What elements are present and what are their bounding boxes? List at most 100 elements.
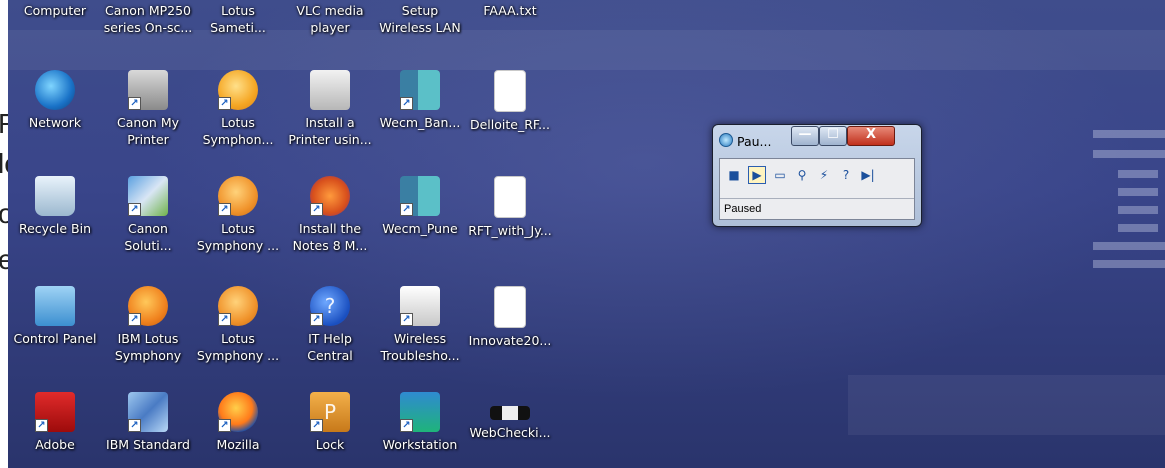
desktop-icon[interactable]: ↗ Adobe	[8, 392, 102, 468]
lotus-spreadsheet-icon: ↗	[218, 286, 258, 326]
wireless-icon: ↗	[400, 286, 440, 326]
canon-solution-icon: ↗	[128, 176, 168, 216]
shortcut-arrow-icon: ↗	[310, 313, 323, 326]
window-title-text: Pau...	[737, 134, 772, 149]
stop-icon[interactable]: ■	[726, 167, 742, 183]
step-icon[interactable]: ▶|	[860, 167, 876, 183]
icon-label: Network	[28, 115, 82, 130]
paused-window[interactable]: Pau... — ☐ X ■ ▶ ▭ ⚲ ⚡? ▶| Paused	[712, 124, 922, 227]
shortcut-arrow-icon: ↗	[400, 203, 413, 216]
icon-label: FAAA.txt	[483, 3, 537, 18]
icon-label: RFT_with_Jy...	[468, 223, 552, 238]
shortcut-arrow-icon: ↗	[218, 419, 231, 432]
find-icon[interactable]: ⚲	[794, 167, 810, 183]
shortcut-arrow-icon: ↗	[128, 313, 141, 326]
desktop-icon-partial[interactable]: FAAA.txt	[463, 0, 557, 40]
icon-label: Wecm_Ban...	[379, 115, 461, 130]
desktop-icon[interactable]: ↗ IBM Standard	[101, 392, 195, 468]
desktop-icon[interactable]: ↗ Wecm_Pune	[373, 176, 467, 272]
icon-label: Adobe	[35, 437, 75, 452]
shortcut-arrow-icon: ↗	[310, 419, 323, 432]
lotus-symphony-icon: ↗	[218, 70, 258, 110]
icon-label: Wireless Troublesho...	[380, 331, 460, 363]
icon-label: IBM Standard	[106, 437, 190, 452]
desktop-icon[interactable]: ↗ Workstation	[373, 392, 467, 468]
webcheck-icon	[490, 406, 530, 420]
desktop-icon[interactable]: ↗ Lotus Symphony ...	[191, 176, 285, 272]
desktop-icon-partial[interactable]: Setup Wireless LAN	[373, 0, 467, 40]
status-bar: Paused	[720, 198, 914, 218]
icon-label: Lotus Symphony ...	[196, 331, 280, 363]
desktop-icon[interactable]: Innovate20...	[463, 286, 557, 382]
file-icon	[494, 176, 526, 218]
window-title: Pau...	[719, 133, 771, 149]
shortcut-arrow-icon: ↗	[218, 203, 231, 216]
icon-label: WebChecki...	[469, 425, 551, 440]
desktop-icon[interactable]: ↗ Lotus Symphony ...	[191, 286, 285, 382]
desktop-icon[interactable]: Control Panel	[8, 286, 102, 382]
icon-label: Lotus Symphon...	[202, 115, 274, 147]
wallpaper-ibm-stripe	[1118, 224, 1158, 232]
desktop-icon[interactable]: ↗ Wecm_Ban...	[373, 70, 467, 166]
desktop-icon-partial[interactable]: Lotus Sameti...	[191, 0, 285, 40]
icon-label: Install a Printer usin...	[288, 115, 372, 147]
shortcut-arrow-icon: ↗	[128, 203, 141, 216]
icon-label: Mozilla	[216, 437, 260, 452]
icon-label: Lotus Sameti...	[210, 3, 266, 35]
ibm-standard-icon: ↗	[128, 392, 168, 432]
desktop-icon[interactable]: P ↗ Lock	[283, 392, 377, 468]
screen-icon[interactable]: ▭	[772, 167, 788, 183]
wallpaper-ibm-stripe	[1118, 188, 1158, 196]
desktop-icon[interactable]: Network	[8, 70, 102, 166]
adobe-icon: ↗	[35, 392, 75, 432]
icon-label: Lotus Symphony ...	[196, 221, 280, 253]
play-icon[interactable]: ▶	[748, 166, 766, 184]
desktop-icon[interactable]: WebChecki...	[463, 392, 557, 468]
icon-label: Lock	[315, 437, 345, 452]
shortcut-arrow-icon: ↗	[400, 97, 413, 110]
workstation-icon: ↗	[400, 392, 440, 432]
wallpaper-ibm-stripe	[1093, 260, 1165, 268]
desktop-icon-partial[interactable]: VLC media player	[283, 0, 377, 40]
wallpaper-band	[848, 375, 1165, 435]
desktop-icon[interactable]: ↗ IBM Lotus Symphony	[101, 286, 195, 382]
maximize-button[interactable]: ☐	[819, 126, 847, 146]
close-button[interactable]: X	[847, 126, 895, 146]
control-panel-icon	[35, 286, 75, 326]
icon-label: IT Help Central	[307, 331, 353, 363]
icon-label: VLC media player	[296, 3, 364, 35]
icon-label: Wecm_Pune	[382, 221, 458, 236]
shortcut-arrow-icon: ↗	[128, 419, 141, 432]
wallpaper-ibm-stripe	[1093, 150, 1165, 158]
desktop-icon[interactable]: ↗ Install the Notes 8 M...	[283, 176, 377, 272]
desktop-icon[interactable]: Install a Printer usin...	[283, 70, 377, 166]
desktop-icon-partial[interactable]: Canon MP250 series On-sc...	[101, 0, 195, 40]
icon-label: Control Panel	[13, 331, 97, 346]
shortcut-arrow-icon: ↗	[310, 203, 323, 216]
icon-label: Setup Wireless LAN	[379, 3, 461, 35]
icon-label: Recycle Bin	[18, 221, 92, 236]
network-icon	[35, 70, 75, 110]
wecm-icon: ↗	[400, 70, 440, 110]
shortcut-arrow-icon: ↗	[218, 313, 231, 326]
shortcut-arrow-icon: ↗	[35, 419, 48, 432]
desktop-icon[interactable]: ↗ Lotus Symphon...	[191, 70, 285, 166]
desktop-icon[interactable]: Recycle Bin	[8, 176, 102, 272]
desktop-icon[interactable]: ↗ Mozilla	[191, 392, 285, 468]
minimize-button[interactable]: —	[791, 126, 819, 146]
desktop-icon[interactable]: ↗ Wireless Troublesho...	[373, 286, 467, 382]
desktop-icon[interactable]: ? ↗ IT Help Central	[283, 286, 377, 382]
desktop-icon-partial[interactable]: Computer	[8, 0, 102, 40]
desktop-icon[interactable]: RFT_with_Jy...	[463, 176, 557, 272]
shortcut-arrow-icon: ↗	[400, 419, 413, 432]
desktop-icon[interactable]: Delloite_RF...	[463, 70, 557, 166]
icon-label: IBM Lotus Symphony	[114, 331, 182, 363]
desktop-icon[interactable]: ↗ Canon My Printer	[101, 70, 195, 166]
lightning-icon[interactable]: ⚡	[816, 167, 832, 183]
help-icon[interactable]: ?	[838, 167, 854, 183]
desktop-icon[interactable]: ↗ Canon Soluti...	[101, 176, 195, 272]
lock-icon: P ↗	[310, 392, 350, 432]
icon-label: Computer	[23, 3, 87, 18]
shortcut-arrow-icon: ↗	[218, 97, 231, 110]
icon-label: Workstation	[382, 437, 458, 452]
